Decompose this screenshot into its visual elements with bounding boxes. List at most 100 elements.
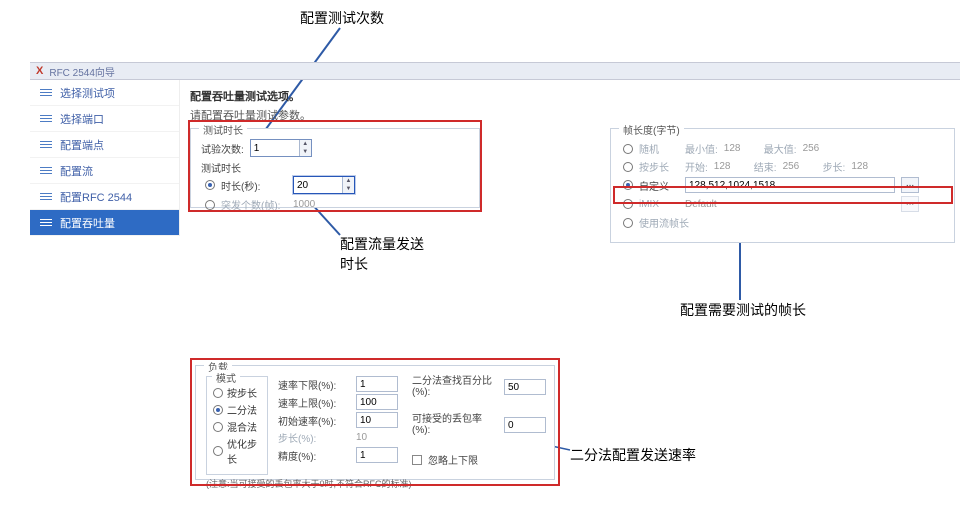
annotation-duration-line2: 时长 [340,256,368,272]
radio-mode-binary[interactable] [213,405,223,415]
framelen-steplen-value: 128 [851,161,868,172]
framelen-max-value: 256 [803,143,820,154]
load-note: (注意:当可接受的丢包率大于0时,不符合RFC的标准) [206,477,546,490]
hamburger-icon [40,115,52,122]
load-step-label: 步长(%): [278,430,350,445]
trials-label: 试验次数: [201,141,244,156]
radio-mode-combo[interactable] [213,422,223,432]
mode-option-step[interactable]: 按步长 [213,385,261,400]
wizard-sidebar: 选择测试项 选择端口 配置端点 配置流 配置RFC 2544 配置吞吐量 [30,80,180,236]
page-title: 配置吞吐量测试选项。 [190,88,311,104]
annotation-trials: 配置测试次数 [300,8,384,28]
window-title: RFC 2544向导 [49,64,115,79]
radio-framelen-random[interactable] [623,144,633,154]
sidebar-item-config-throughput[interactable]: 配置吞吐量 [30,210,179,236]
ignore-limits-checkbox[interactable] [412,455,422,465]
panel-load: 负载 模式 按步长 二分法 混合法 优化步长 [195,365,555,480]
framelen-custom-input[interactable] [685,177,895,193]
framelen-max-label: 最大值: [764,141,797,156]
radio-framelen-imix[interactable] [623,199,633,209]
precision-label: 精度(%): [278,448,350,463]
init-rate-label: 初始速率(%): [278,413,350,428]
mode-option-binary[interactable]: 二分法 [213,402,261,417]
hamburger-icon [40,89,52,96]
hamburger-icon [40,141,52,148]
mode-option-optstep[interactable]: 优化步长 [213,436,261,466]
rate-upper-label: 速率上限(%): [278,395,350,410]
rate-upper-input[interactable] [356,394,398,410]
sidebar-item-select-ports[interactable]: 选择端口 [30,106,179,132]
radio-mode-optstep[interactable] [213,446,223,456]
radio-duration-time[interactable] [205,180,215,190]
spinner-arrows-icon[interactable]: ▲▼ [342,177,354,193]
panel-duration: 测试时长 试验次数: ▲▼ 测试时长 时长(秒): ▲▼ 突发个数(帧): 10… [190,128,480,208]
radio-framelen-stream[interactable] [623,218,633,228]
page-header: 配置吞吐量测试选项。 请配置吞吐量测试参数。 [190,88,311,123]
framelen-min-value: 128 [724,143,758,154]
radio-framelen-step[interactable] [623,162,633,172]
duration-time-spinner[interactable]: ▲▼ [293,176,355,194]
framelen-min-label: 最小值: [685,141,718,156]
framelen-custom-browse-button[interactable]: ... [901,177,919,193]
sidebar-item-config-streams[interactable]: 配置流 [30,158,179,184]
hamburger-icon [40,193,52,200]
trials-input[interactable] [251,140,299,156]
spinner-arrows-icon[interactable]: ▲▼ [299,140,311,156]
mode-box-title: 模式 [212,370,240,385]
annotation-framelen: 配置需要测试的帧长 [680,300,806,320]
framelen-steplen-label: 步长: [823,159,846,174]
acceptable-loss-label: 可接受的丢包率(%): [412,414,498,436]
hamburger-icon [40,167,52,174]
sidebar-item-label: 选择测试项 [60,85,115,101]
panel-framelen: 帧长度(字节) 随机 最小值: 128 最大值: 256 按步长 开始: 128… [610,128,955,243]
acceptable-loss-input[interactable] [504,417,546,433]
radio-framelen-custom[interactable] [623,180,633,190]
framelen-imix-browse-button: ... [901,196,919,212]
framelen-start-value: 128 [714,161,748,172]
sidebar-item-label: 配置RFC 2544 [60,189,132,205]
binary-pct-label: 二分法查找百分比(%): [412,376,498,398]
sidebar-item-config-rfc2544[interactable]: 配置RFC 2544 [30,184,179,210]
annotation-rate: 二分法配置发送速率 [570,445,696,465]
sidebar-item-label: 配置吞吐量 [60,215,115,231]
trials-spinner[interactable]: ▲▼ [250,139,312,157]
init-rate-input[interactable] [356,412,398,428]
framelen-imix-value: Default [685,199,895,210]
framelen-end-label: 结束: [754,159,777,174]
sidebar-item-select-tests[interactable]: 选择测试项 [30,80,179,106]
mode-label: 二分法 [227,402,257,417]
sidebar-item-label: 选择端口 [60,111,104,127]
app-logo-x: X [36,65,43,77]
annotation-duration-line1: 配置流量发送 [340,236,424,252]
hamburger-icon [40,219,52,226]
framelen-step-label: 按步长 [639,159,679,174]
mode-box: 模式 按步长 二分法 混合法 优化步长 [206,376,268,475]
ignore-limits-label: 忽略上下限 [428,452,478,467]
rate-lower-input[interactable] [356,376,398,392]
framelen-custom-label: 自定义 [639,178,679,193]
radio-mode-step[interactable] [213,388,223,398]
annotation-duration: 配置流量发送 时长 [340,235,424,274]
sidebar-item-config-endpoints[interactable]: 配置端点 [30,132,179,158]
framelen-imix-label: iMIX [639,199,679,210]
sidebar-item-label: 配置端点 [60,137,104,153]
duration-burst-label: 突发个数(帧): [221,197,287,212]
duration-time-label: 时长(秒): [221,178,287,193]
radio-duration-burst[interactable] [205,200,215,210]
precision-input[interactable] [356,447,398,463]
load-step-value: 10 [356,432,367,443]
binary-pct-input[interactable] [504,379,546,395]
framelen-stream-label: 使用流帧长 [639,215,689,230]
duration-time-input[interactable] [294,177,342,193]
panel-framelen-title: 帧长度(字节) [619,122,684,137]
framelen-random-label: 随机 [639,141,679,156]
rate-lower-label: 速率下限(%): [278,377,350,392]
mode-option-combo[interactable]: 混合法 [213,419,261,434]
mode-label: 优化步长 [227,436,261,466]
duration-burst-value: 1000 [293,199,315,210]
panel-duration-title: 测试时长 [199,122,247,137]
framelen-end-value: 256 [783,161,817,172]
sidebar-item-label: 配置流 [60,163,93,179]
page-subtitle: 请配置吞吐量测试参数。 [190,107,311,123]
duration-subtitle: 测试时长 [201,160,241,175]
